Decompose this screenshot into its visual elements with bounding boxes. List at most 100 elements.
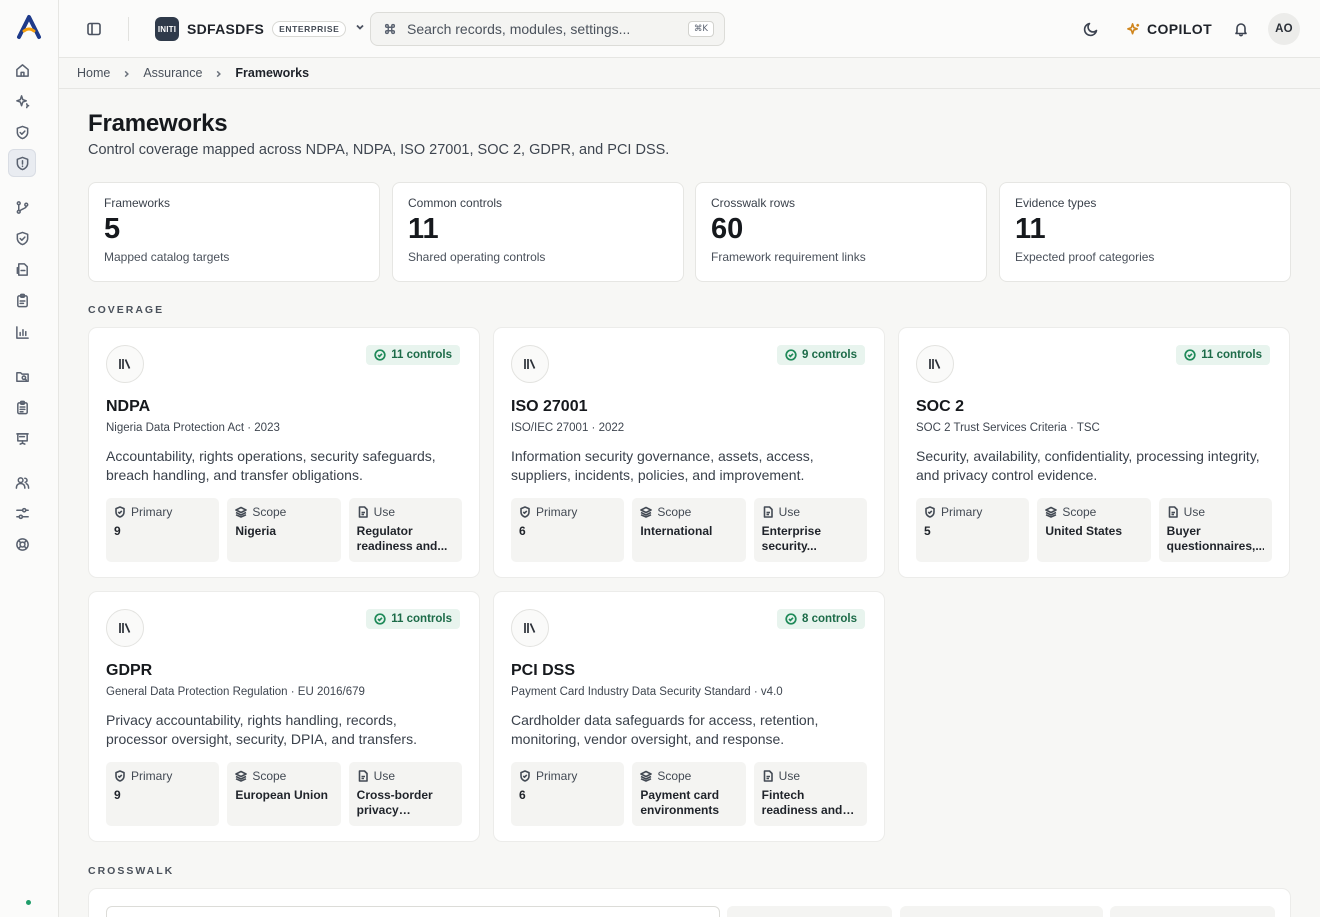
- framework-description: Security, availability, confidentiality,…: [916, 448, 1260, 483]
- framework-card-pci-dss[interactable]: 8 controls PCI DSS Payment Card Industry…: [493, 591, 885, 842]
- crosswalk-panel: [88, 888, 1291, 917]
- presentation-icon: [15, 432, 29, 445]
- user-avatar[interactable]: AO: [1268, 13, 1300, 45]
- layers-icon: [1045, 506, 1058, 518]
- tile-primary: Primary 6: [511, 498, 625, 562]
- framework-tiles: Primary 6 Scope Payment card environment…: [511, 762, 867, 826]
- shield-check-icon: [520, 770, 530, 782]
- framework-name: GDPR: [106, 662, 153, 679]
- framework-tiles: Primary 5 Scope United States Use Buyer …: [916, 498, 1272, 562]
- sidebar-item-policies[interactable]: [8, 286, 36, 314]
- sidebar-item-reports[interactable]: [8, 318, 36, 346]
- shield-alert-icon: [16, 156, 28, 170]
- lifebuoy-icon: [15, 537, 29, 551]
- stat-value: 5: [104, 213, 121, 245]
- framework-meta: General Data Protection Regulation · EU …: [106, 686, 365, 698]
- stat-label: Crosswalk rows: [711, 196, 796, 210]
- sidebar-item-security[interactable]: [8, 118, 36, 146]
- copilot-label: COPILOT: [1147, 21, 1213, 37]
- breadcrumb-assurance[interactable]: Assurance: [143, 66, 202, 80]
- sidebar-item-tasks[interactable]: [8, 393, 36, 421]
- sidebar-item-training[interactable]: [8, 424, 36, 452]
- stat-description: Framework requirement links: [711, 250, 866, 264]
- crosswalk-filter-evidence[interactable]: [1110, 906, 1275, 917]
- stat-value: 11: [408, 213, 439, 245]
- tile-primary: Primary 6: [511, 762, 625, 826]
- stat-card-crosswalk-rows: Crosswalk rows 60 Framework requirement …: [695, 182, 987, 282]
- controls-count-badge: 8 controls: [777, 609, 865, 629]
- org-switcher[interactable]: INITI SDFASDFS ENTERPRISE: [155, 15, 366, 43]
- badge-label: 11 controls: [391, 349, 452, 361]
- sidebar-item-people[interactable]: [8, 468, 36, 496]
- tile-scope: Scope International: [632, 498, 746, 562]
- crosswalk-filter-control[interactable]: [900, 906, 1103, 917]
- layers-icon: [640, 770, 653, 782]
- framework-description: Privacy accountability, rights handling,…: [106, 712, 417, 747]
- check-circle-icon: [374, 349, 386, 361]
- org-name: SDFASDFS: [187, 21, 265, 37]
- framework-description: Information security governance, assets,…: [511, 448, 814, 483]
- theme-toggle-button[interactable]: [1080, 18, 1102, 40]
- framework-card-ndpa[interactable]: 11 controls NDPA Nigeria Data Protection…: [88, 327, 480, 578]
- framework-card-soc-2[interactable]: 11 controls SOC 2 SOC 2 Trust Services C…: [898, 327, 1290, 578]
- tile-label: Primary: [536, 505, 578, 519]
- tile-value: Payment card environments: [640, 788, 720, 817]
- crosswalk-filter-framework[interactable]: [727, 906, 892, 917]
- crosswalk-search-input[interactable]: [106, 906, 720, 917]
- app-logo-icon[interactable]: [16, 14, 42, 40]
- tile-value: 5: [924, 524, 931, 538]
- sidebar-item-settings[interactable]: [8, 499, 36, 527]
- notifications-button[interactable]: [1230, 18, 1252, 40]
- sidebar-item-help[interactable]: [8, 530, 36, 558]
- tile-label: Scope: [657, 769, 692, 783]
- stat-description: Expected proof categories: [1015, 250, 1155, 264]
- framework-tiles: Primary 9 Scope Nigeria Use Regulator re…: [106, 498, 462, 562]
- tile-value: 9: [114, 788, 121, 802]
- sidebar-toggle-button[interactable]: [81, 16, 107, 42]
- divider: [128, 17, 129, 41]
- tile-scope: Scope Nigeria: [227, 498, 341, 562]
- sidebar-item-workflows[interactable]: [8, 193, 36, 221]
- sidebar-item-ai[interactable]: [8, 87, 36, 115]
- tile-use: Use Fintech readiness and payment...: [753, 762, 867, 826]
- global-search-input[interactable]: Search records, modules, settings... ⌘K: [370, 12, 725, 46]
- stat-description: Shared operating controls: [408, 250, 546, 264]
- sidebar-item-assurance[interactable]: [8, 149, 36, 177]
- connection-status-dot: [26, 900, 31, 905]
- tile-use: Use Cross-border privacy diligenc...: [348, 762, 462, 826]
- framework-name: ISO 27001: [511, 398, 588, 415]
- tile-value: European Union: [235, 788, 328, 802]
- sidebar-item-home[interactable]: [8, 56, 36, 84]
- file-text-icon: [763, 506, 773, 518]
- tile-value: 6: [519, 788, 526, 802]
- framework-tiles: Primary 9 Scope European Union Use Cross…: [106, 762, 462, 826]
- tile-label: Scope: [1062, 505, 1097, 519]
- layers-icon: [235, 770, 248, 782]
- sidebar-item-controls[interactable]: [8, 224, 36, 252]
- tile-label: Primary: [536, 769, 578, 783]
- tile-value: 9: [114, 524, 121, 538]
- tile-label: Primary: [941, 505, 983, 519]
- framework-meta: SOC 2 Trust Services Criteria · TSC: [916, 422, 1100, 434]
- sidebar-item-vendors[interactable]: [8, 362, 36, 390]
- breadcrumb: Home Assurance Frameworks: [59, 58, 1320, 89]
- stat-value: 11: [1015, 213, 1046, 245]
- tile-label: Scope: [252, 769, 287, 783]
- stat-description: Mapped catalog targets: [104, 250, 230, 264]
- framework-card-iso-27001[interactable]: 9 controls ISO 27001 ISO/IEC 27001 · 202…: [493, 327, 885, 578]
- layers-icon: [235, 506, 248, 518]
- breadcrumb-home[interactable]: Home: [77, 66, 110, 80]
- search-shortcut: ⌘K: [687, 21, 714, 37]
- file-text-icon: [358, 770, 368, 782]
- check-circle-icon: [785, 349, 797, 361]
- chevron-right-icon: [215, 70, 222, 77]
- copilot-button[interactable]: COPILOT: [1126, 17, 1212, 41]
- layers-icon: [640, 506, 653, 518]
- tile-label: Use: [778, 505, 800, 519]
- sidebar-item-documents[interactable]: [8, 255, 36, 283]
- framework-card-gdpr[interactable]: 11 controls GDPR General Data Protection…: [88, 591, 480, 842]
- sparkle-icon: [15, 94, 29, 108]
- clipboard-icon: [16, 293, 28, 307]
- tile-use: Use Buyer questionnaires,...: [1158, 498, 1272, 562]
- tile-label: Use: [373, 769, 395, 783]
